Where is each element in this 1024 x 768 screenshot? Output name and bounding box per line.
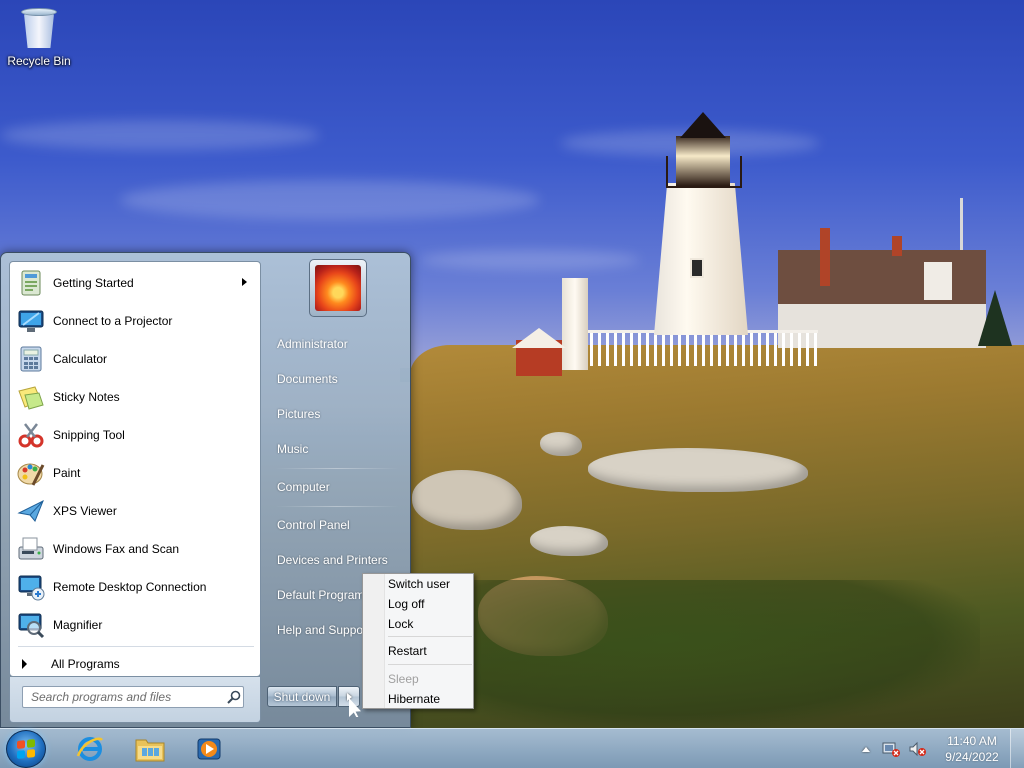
taskbar-clock[interactable]: 11:40 AM 9/24/2022	[940, 733, 1004, 765]
system-tray: 11:40 AM 9/24/2022	[862, 729, 1024, 768]
program-windows-fax-and-scan[interactable]: Windows Fax and Scan	[13, 530, 257, 568]
link-control-panel[interactable]: Control Panel	[277, 511, 401, 539]
start-menu-programs-pane: Getting Started Connect to a Projector C…	[9, 261, 261, 677]
program-label: Paint	[53, 466, 81, 480]
start-search-area	[9, 677, 261, 723]
calculator-icon	[15, 343, 47, 375]
program-xps-viewer[interactable]: XPS Viewer	[13, 492, 257, 530]
menu-item-lock[interactable]: Lock	[388, 614, 472, 634]
program-getting-started[interactable]: Getting Started	[13, 264, 257, 302]
flower-picture-icon	[315, 265, 361, 311]
menu-separator	[388, 664, 472, 665]
program-label: Remote Desktop Connection	[53, 580, 207, 594]
menu-item-switch-user[interactable]: Switch user	[388, 574, 472, 594]
program-label: Sticky Notes	[53, 390, 120, 404]
start-search-input[interactable]	[31, 690, 227, 704]
taskbar-internet-explorer[interactable]	[64, 732, 116, 766]
link-pictures[interactable]: Pictures	[277, 400, 401, 428]
program-label: Calculator	[53, 352, 108, 366]
program-label: Getting Started	[53, 276, 134, 290]
program-label: Snipping Tool	[53, 428, 125, 442]
internet-explorer-icon	[76, 737, 103, 761]
fax-scan-icon	[15, 533, 47, 565]
action-center-icon[interactable]	[882, 741, 900, 757]
recycle-bin-icon	[21, 6, 57, 50]
program-connect-to-projector[interactable]: Connect to a Projector	[13, 302, 257, 340]
show-desktop-button[interactable]	[1010, 729, 1024, 768]
link-devices-and-printers[interactable]: Devices and Printers	[277, 546, 401, 574]
shut-down-button[interactable]: Shut down	[267, 686, 337, 707]
windows-explorer-icon	[135, 739, 165, 762]
link-computer[interactable]: Computer	[277, 473, 401, 501]
taskbar: 11:40 AM 9/24/2022	[0, 728, 1024, 768]
program-label: Magnifier	[53, 618, 103, 632]
triangle-right-icon	[22, 659, 27, 669]
user-avatar[interactable]	[309, 259, 367, 317]
submenu-arrow-icon[interactable]	[242, 278, 247, 286]
recycle-bin-shortcut[interactable]: Recycle Bin	[4, 6, 74, 68]
all-programs-label: All Programs	[51, 657, 120, 671]
windows-logo-icon	[17, 739, 35, 759]
volume-muted-icon[interactable]	[908, 741, 926, 757]
taskbar-media-player[interactable]	[184, 732, 236, 766]
menu-item-restart[interactable]: Restart	[388, 641, 472, 661]
getting-started-icon	[15, 267, 47, 299]
start-search-box[interactable]	[22, 686, 244, 708]
program-sticky-notes[interactable]: Sticky Notes	[13, 378, 257, 416]
sticky-notes-icon	[15, 381, 47, 413]
search-icon[interactable]	[227, 690, 241, 704]
media-player-icon	[197, 738, 221, 760]
programs-divider	[18, 646, 254, 647]
program-label: XPS Viewer	[53, 504, 117, 518]
link-documents[interactable]: Documents	[277, 365, 401, 393]
remote-desktop-icon	[15, 571, 47, 603]
start-menu: Getting Started Connect to a Projector C…	[0, 252, 411, 728]
start-button[interactable]	[6, 730, 46, 768]
program-magnifier[interactable]: Magnifier	[13, 606, 257, 644]
xps-viewer-icon	[15, 495, 47, 527]
show-hidden-icons-button[interactable]	[862, 746, 870, 752]
shut-down-flyout-menu: Switch user Log off Lock Restart Sleep H…	[362, 573, 474, 709]
clock-time: 11:40 AM	[947, 734, 997, 748]
taskbar-windows-explorer[interactable]	[124, 732, 176, 766]
clock-date: 9/24/2022	[945, 750, 999, 764]
link-administrator[interactable]: Administrator	[277, 330, 401, 358]
magnifier-icon	[15, 609, 47, 641]
menu-item-hibernate[interactable]: Hibernate	[388, 689, 472, 709]
snipping-tool-icon	[15, 419, 47, 451]
places-divider	[275, 468, 399, 469]
recycle-bin-label: Recycle Bin	[7, 54, 71, 68]
program-label: Connect to a Projector	[53, 314, 173, 328]
program-remote-desktop-connection[interactable]: Remote Desktop Connection	[13, 568, 257, 606]
projector-icon	[15, 305, 47, 337]
all-programs-button[interactable]: All Programs	[18, 654, 258, 674]
menu-separator	[388, 636, 472, 637]
program-paint[interactable]: Paint	[13, 454, 257, 492]
paint-icon	[15, 457, 47, 489]
menu-item-log-off[interactable]: Log off	[388, 594, 472, 614]
link-music[interactable]: Music	[277, 435, 401, 463]
program-snipping-tool[interactable]: Snipping Tool	[13, 416, 257, 454]
program-label: Windows Fax and Scan	[53, 542, 180, 556]
menu-item-sleep: Sleep	[388, 672, 419, 686]
places-divider	[275, 506, 399, 507]
program-calculator[interactable]: Calculator	[13, 340, 257, 378]
